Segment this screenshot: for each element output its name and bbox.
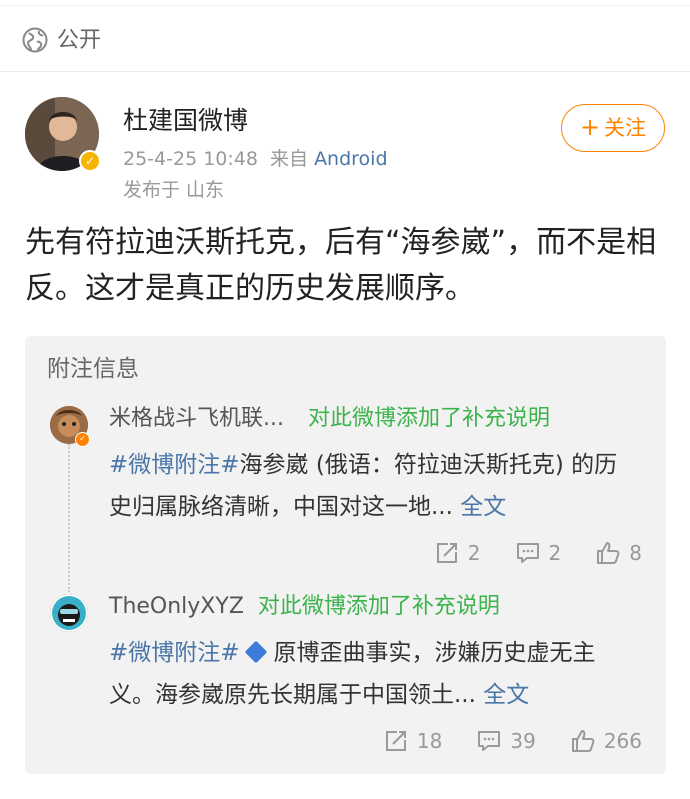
note-action: 对此微博添加了补充说明 bbox=[307, 406, 550, 431]
note-body: #微博附注# 原博歪曲事实，涉嫌历史虚无主义。海参崴原先长期属于中国领土... 全… bbox=[109, 632, 639, 716]
author-name[interactable]: 杜建国微博 bbox=[123, 105, 248, 137]
repost-button[interactable]: 2 bbox=[434, 540, 481, 566]
repost-count: 2 bbox=[467, 541, 481, 565]
comment-count: 39 bbox=[510, 729, 536, 753]
repost-count: 18 bbox=[416, 729, 443, 753]
note-stats: 2 2 8 bbox=[434, 537, 642, 569]
notes-panel: 附注信息 ✓ 米格战斗飞机联... 对此微博添加了补充说明 #微博附注#海参崴 (… bbox=[25, 336, 666, 774]
comment-icon bbox=[478, 731, 501, 751]
source-prefix: 来自 bbox=[270, 148, 309, 170]
repost-icon bbox=[385, 731, 406, 751]
note-hashtag[interactable]: #微博附注# bbox=[109, 452, 240, 478]
verified-badge-icon: ✓ bbox=[75, 432, 90, 447]
note-header: TheOnlyXYZ 对此微博添加了补充说明 bbox=[109, 590, 500, 624]
thumbs-up-icon bbox=[571, 730, 595, 752]
post-meta: 25-4-25 10:48 来自 Android bbox=[123, 146, 388, 172]
post-location: 发布于 山东 bbox=[123, 179, 225, 201]
comment-button[interactable]: 39 bbox=[476, 728, 536, 754]
like-count: 266 bbox=[603, 729, 642, 753]
like-button[interactable]: 8 bbox=[595, 540, 642, 566]
note-body: #微博附注#海参崴 (俄语：符拉迪沃斯托克) 的历史归属脉络清晰，中国对这一地.… bbox=[109, 444, 639, 528]
repost-button[interactable]: 18 bbox=[383, 728, 442, 754]
repost-icon bbox=[436, 543, 457, 563]
thread-line bbox=[68, 444, 70, 592]
comment-count: 2 bbox=[548, 541, 562, 565]
note-avatar[interactable] bbox=[50, 594, 88, 632]
visibility-bar: 公开 bbox=[0, 0, 690, 72]
follow-label: 关注 bbox=[604, 116, 647, 140]
verified-badge-icon: ✓ bbox=[79, 150, 101, 172]
like-button[interactable]: 266 bbox=[570, 728, 642, 754]
note-user[interactable]: TheOnlyXYZ bbox=[109, 594, 244, 619]
post-time: 25-4-25 10:48 bbox=[123, 148, 258, 170]
note-hashtag[interactable]: #微博附注# bbox=[109, 640, 240, 666]
fulltext-link[interactable]: 全文 bbox=[460, 494, 506, 520]
note-user[interactable]: 米格战斗飞机联... bbox=[109, 406, 284, 431]
note-stats: 18 39 266 bbox=[383, 725, 642, 757]
globe-icon bbox=[22, 27, 48, 53]
like-count: 8 bbox=[629, 541, 642, 565]
notes-title: 附注信息 bbox=[47, 356, 139, 382]
post-source[interactable]: Android bbox=[314, 148, 387, 170]
blue-diamond-icon bbox=[244, 640, 267, 663]
comment-button[interactable]: 2 bbox=[515, 540, 562, 566]
note-action: 对此微博添加了补充说明 bbox=[257, 594, 500, 619]
visibility-label: 公开 bbox=[57, 28, 102, 53]
follow-button[interactable]: + 关注 bbox=[561, 104, 665, 152]
plus-icon: + bbox=[579, 113, 601, 141]
comment-icon bbox=[516, 543, 539, 563]
fulltext-link[interactable]: 全文 bbox=[483, 682, 529, 708]
post-text: 先有符拉迪沃斯托克，后有“海参崴”，而不是相反。这才是真正的历史发展顺序。 bbox=[25, 225, 657, 306]
note-header: 米格战斗飞机联... 对此微博添加了补充说明 bbox=[109, 402, 550, 436]
thumbs-up-icon bbox=[597, 542, 620, 564]
